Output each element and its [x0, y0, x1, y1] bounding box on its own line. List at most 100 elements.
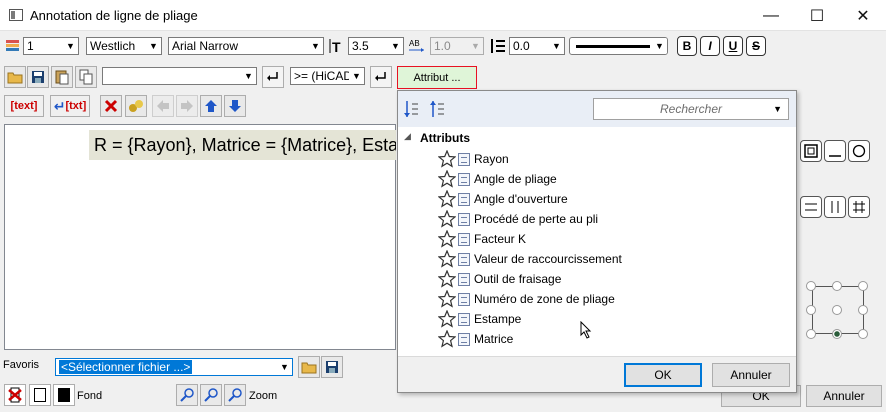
- zoom-label: Zoom: [249, 390, 278, 402]
- vlines-button[interactable]: [824, 196, 846, 218]
- frame-circle-button[interactable]: [848, 140, 870, 162]
- popup-cancel-button[interactable]: Annuler: [712, 363, 790, 387]
- underline-button[interactable]: U: [723, 36, 743, 56]
- favorite-star-icon[interactable]: [438, 190, 456, 208]
- chevron-down-icon: ▼: [388, 38, 403, 54]
- formula-text[interactable]: R = {Rayon}, Matrice = {Matrice}, Estamp…: [89, 130, 396, 160]
- no-fill-button[interactable]: [4, 384, 26, 406]
- delete-button[interactable]: [100, 95, 122, 117]
- favorite-star-icon[interactable]: [438, 270, 456, 288]
- zoom-out-button[interactable]: [200, 384, 222, 406]
- favoris-open-button[interactable]: [298, 356, 320, 378]
- insert-operator-button[interactable]: [370, 66, 392, 88]
- mouse-cursor-icon: [580, 320, 592, 342]
- spacing-combo[interactable]: 0.0 ▼: [509, 37, 565, 55]
- favorite-star-icon[interactable]: [438, 230, 456, 248]
- favorite-star-icon[interactable]: [438, 250, 456, 268]
- insert-txt-file-button[interactable]: ↵ [txt]: [50, 95, 90, 117]
- favoris-combo[interactable]: <Sélectionner fichier ...> ▼: [55, 358, 293, 376]
- attribute-item[interactable]: Numéro de zone de pliage: [438, 289, 778, 309]
- attribute-label: Procédé de perte au pli: [474, 212, 599, 226]
- attribute-item[interactable]: Facteur K: [438, 229, 778, 249]
- chevron-down-icon: ▼: [652, 38, 667, 54]
- attribute-item[interactable]: Procédé de perte au pli: [438, 209, 778, 229]
- favorite-star-icon[interactable]: [438, 150, 456, 168]
- layer-combo[interactable]: 1 ▼: [23, 37, 79, 55]
- strikethrough-button[interactable]: S: [746, 36, 766, 56]
- hlines-button[interactable]: [800, 196, 822, 218]
- attribute-label: Matrice: [474, 332, 514, 346]
- expand-all-icon[interactable]: [404, 100, 420, 118]
- attribute-item[interactable]: Estampe: [438, 309, 778, 329]
- height-value: 3.5: [352, 39, 369, 53]
- zoom-fit-icon: [228, 388, 242, 402]
- frame-box-button[interactable]: [800, 140, 822, 162]
- attribute-item[interactable]: Outil de fraisage: [438, 269, 778, 289]
- dialog-cancel-label: Annuler: [823, 389, 865, 403]
- dialog-cancel-button[interactable]: Annuler: [806, 385, 882, 407]
- tree-collapse-arrow-icon[interactable]: ◢: [404, 131, 411, 142]
- attribut-button[interactable]: Attribut ...: [397, 66, 477, 89]
- line-style-combo[interactable]: ▼: [569, 37, 668, 55]
- move-up-button[interactable]: [200, 95, 222, 117]
- chevron-down-icon: ▼: [349, 68, 364, 84]
- insert-text-button[interactable]: [262, 66, 284, 88]
- copy-button[interactable]: [75, 66, 97, 88]
- move-down-button[interactable]: [224, 95, 246, 117]
- favoris-save-button[interactable]: [321, 356, 343, 378]
- font-combo[interactable]: Arial Narrow ▼: [168, 37, 324, 55]
- favorite-star-icon[interactable]: [438, 330, 456, 348]
- frame-underline-button[interactable]: [824, 140, 846, 162]
- italic-button[interactable]: I: [700, 36, 720, 56]
- move-right-button[interactable]: [176, 95, 198, 117]
- anchor-top-left[interactable]: [806, 281, 816, 291]
- favorite-star-icon[interactable]: [438, 310, 456, 328]
- save-button[interactable]: [27, 66, 49, 88]
- txt-file-icon: [txt]: [65, 100, 87, 112]
- text-history-combo[interactable]: ▼: [102, 67, 257, 85]
- popup-search-input[interactable]: Rechercher ▼: [593, 98, 789, 120]
- link-button[interactable]: [125, 95, 147, 117]
- attribute-doc-icon: [458, 252, 470, 266]
- anchor-bottom-left[interactable]: [806, 329, 816, 339]
- anchor-top-right[interactable]: [858, 281, 868, 291]
- open-folder-button[interactable]: [4, 66, 26, 88]
- ratio-combo[interactable]: 1.0 ▼: [430, 37, 484, 55]
- attribute-item[interactable]: Matrice: [438, 329, 778, 349]
- move-left-button[interactable]: [152, 95, 174, 117]
- zoom-in-button[interactable]: [176, 384, 198, 406]
- operator-combo[interactable]: >= (HiCAD ▼: [290, 67, 365, 85]
- height-combo[interactable]: 3.5 ▼: [348, 37, 404, 55]
- favorite-star-icon[interactable]: [438, 210, 456, 228]
- bold-button[interactable]: B: [677, 36, 697, 56]
- anchor-bottom-right[interactable]: [858, 329, 868, 339]
- favorite-star-icon[interactable]: [438, 290, 456, 308]
- anchor-bottom-center[interactable]: [832, 329, 842, 339]
- anchor-top-center[interactable]: [832, 281, 842, 291]
- svg-text:AB: AB: [409, 39, 420, 48]
- attribute-item[interactable]: Angle de pliage: [438, 169, 778, 189]
- zoom-fit-button[interactable]: [224, 384, 246, 406]
- maximize-button[interactable]: ☐: [794, 0, 840, 31]
- arrow-up-icon: [205, 100, 217, 112]
- anchor-middle-left[interactable]: [806, 305, 816, 315]
- close-button[interactable]: ✕: [840, 0, 886, 31]
- white-fill-button[interactable]: [29, 384, 51, 406]
- grid-button[interactable]: [848, 196, 870, 218]
- attribute-item[interactable]: Angle d'ouverture: [438, 189, 778, 209]
- favorite-star-icon[interactable]: [438, 170, 456, 188]
- style-combo[interactable]: Westlich ▼: [86, 37, 162, 55]
- collapse-all-icon[interactable]: [430, 100, 446, 118]
- insert-text-block-button[interactable]: [text]: [4, 95, 44, 117]
- anchor-middle-right[interactable]: [858, 305, 868, 315]
- minimize-button[interactable]: —: [748, 0, 794, 31]
- paste-button[interactable]: [51, 66, 73, 88]
- black-fill-button[interactable]: [53, 384, 75, 406]
- anchor-middle-center[interactable]: [832, 305, 842, 315]
- attribute-item[interactable]: Rayon: [438, 149, 778, 169]
- popup-ok-button[interactable]: OK: [624, 363, 702, 387]
- delete-icon: [104, 99, 118, 113]
- underline-label: U: [728, 39, 738, 53]
- alignment-panel: [798, 124, 886, 350]
- attribute-item[interactable]: Valeur de raccourcissement: [438, 249, 778, 269]
